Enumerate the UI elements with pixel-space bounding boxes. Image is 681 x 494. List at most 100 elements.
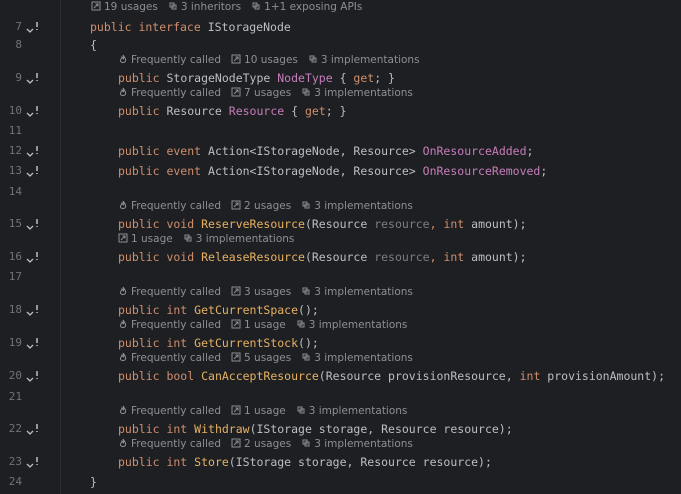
gutter-separator — [60, 0, 61, 494]
code-vision-label: 1 usage — [244, 405, 286, 417]
implemented-gutter-icon[interactable] — [26, 455, 44, 469]
code-vision-item[interactable]: 3 implementations — [183, 233, 294, 245]
usages-icon — [231, 352, 241, 362]
code-vision-item[interactable]: 10 usages — [231, 54, 298, 66]
code-vision-hint[interactable]: Frequently called 3 usages 3 implementatio… — [118, 286, 423, 299]
usages-icon — [231, 87, 241, 97]
code-vision-item[interactable]: 1 usage — [118, 233, 173, 245]
implementations-icon — [302, 439, 310, 447]
code-vision-label: Frequently called — [131, 438, 222, 450]
code-vision-hint[interactable]: 19 usages 3 inheritors 1+1 exposing APIs — [91, 1, 372, 14]
code-line[interactable]: public interface IStorageNode — [90, 20, 291, 34]
code-vision-item[interactable]: 3 usages — [231, 286, 291, 298]
code-token: (); — [298, 336, 319, 350]
code-vision-item[interactable]: 3 inheritors — [168, 1, 241, 13]
code-token: ; — [526, 144, 534, 158]
line-number: 21 — [8, 390, 22, 403]
line-number: 22 — [8, 422, 22, 435]
implemented-gutter-icon[interactable] — [26, 164, 44, 178]
line-number: 14 — [8, 185, 22, 198]
code-line[interactable]: public event Action<IStorageNode, Resour… — [118, 144, 533, 158]
code-vision-item[interactable]: 3 implementations — [301, 87, 413, 99]
implemented-gutter-icon[interactable] — [26, 336, 44, 350]
code-vision-item[interactable]: Frequently called — [118, 438, 221, 450]
implemented-gutter-icon[interactable] — [26, 250, 44, 264]
code-vision-hint[interactable]: Frequently called 5 usages 3 implementatio… — [118, 352, 423, 365]
code-vision-item[interactable]: Frequently called — [118, 54, 221, 66]
code-line[interactable]: public int GetCurrentSpace(); — [118, 303, 319, 317]
code-vision-item[interactable]: 7 usages — [231, 87, 291, 99]
code-token: ReleaseResource — [201, 250, 305, 264]
code-vision-hint[interactable]: Frequently called 1 usage 3 implementation… — [118, 319, 417, 332]
implemented-gutter-icon[interactable] — [26, 71, 44, 85]
implemented-gutter-icon[interactable] — [26, 422, 44, 436]
code-line[interactable]: { — [90, 38, 97, 52]
code-vision-hint[interactable]: Frequently called 10 usages 3 implementati… — [118, 54, 430, 67]
code-vision-item[interactable]: 3 implementations — [308, 54, 420, 66]
code-vision-item[interactable]: 5 usages — [231, 352, 291, 364]
implementations-icon — [302, 353, 310, 361]
implemented-gutter-icon[interactable] — [26, 369, 44, 383]
frequently-called-icon — [119, 286, 127, 295]
code-token: Resource — [228, 104, 285, 118]
implemented-gutter-icon[interactable] — [26, 217, 44, 231]
implemented-gutter-icon[interactable] — [26, 104, 44, 118]
code-vision-hint[interactable]: Frequently called 2 usages 3 implementatio… — [118, 438, 423, 451]
code-token: (Resource — [304, 250, 375, 264]
line-number: 7 — [15, 20, 22, 33]
code-vision-item[interactable]: 19 usages — [91, 1, 158, 13]
code-vision-item[interactable]: 3 implementations — [301, 352, 413, 364]
code-vision-item[interactable]: Frequently called — [118, 405, 221, 417]
code-vision-item[interactable]: 3 implementations — [301, 200, 413, 212]
code-vision-item[interactable]: 3 implementations — [296, 405, 407, 417]
code-line[interactable]: public Resource Resource { get; } — [118, 104, 347, 118]
code-token: StorageNodeType — [166, 71, 278, 85]
code-token: get — [353, 71, 375, 85]
code-vision-label: Frequently called — [131, 200, 222, 212]
code-token: amount); — [471, 217, 527, 231]
code-line[interactable]: public StorageNodeType NodeType { get; } — [118, 71, 395, 85]
code-token: ReserveResource — [201, 217, 305, 231]
code-token: ; } — [374, 71, 395, 85]
code-vision-hint[interactable]: Frequently called 2 usages 3 implementatio… — [118, 200, 423, 213]
line-number: 23 — [8, 455, 22, 468]
code-token: resource — [374, 250, 430, 264]
code-vision-hint[interactable]: 1 usage 3 implementations — [118, 233, 304, 246]
code-line[interactable]: } — [90, 475, 97, 489]
line-number: 20 — [8, 369, 22, 382]
code-vision-item[interactable]: Frequently called — [118, 319, 221, 331]
code-line[interactable]: public int Store(IStorage storage, Resou… — [118, 455, 492, 469]
frequently-called-icon — [119, 352, 127, 361]
code-vision-item[interactable]: Frequently called — [118, 87, 221, 99]
code-vision-item[interactable]: 2 usages — [231, 438, 291, 450]
code-line[interactable]: public void ReserveResource(Resource res… — [118, 217, 527, 231]
implemented-gutter-icon[interactable] — [26, 303, 44, 317]
code-vision-item[interactable]: 1 usage — [231, 319, 286, 331]
code-vision-hint[interactable]: Frequently called 7 usages 3 implementatio… — [118, 87, 423, 100]
code-token: amount); — [471, 250, 527, 264]
implemented-gutter-icon[interactable] — [26, 144, 44, 158]
code-token: { — [90, 38, 97, 52]
code-vision-item[interactable]: 3 implementations — [296, 319, 407, 331]
code-line[interactable]: public event Action<IStorageNode, Resour… — [118, 164, 547, 178]
line-number: 10 — [8, 104, 22, 117]
code-vision-item[interactable]: 1 usage — [231, 405, 286, 417]
implemented-gutter-icon[interactable] — [26, 20, 44, 34]
code-vision-item[interactable]: Frequently called — [118, 286, 221, 298]
code-vision-item[interactable]: 3 implementations — [301, 286, 413, 298]
code-vision-hint[interactable]: Frequently called 1 usage 3 implementation… — [118, 405, 417, 418]
code-line[interactable]: public bool CanAcceptResource(Resource p… — [118, 369, 665, 383]
code-vision-item[interactable]: Frequently called — [118, 200, 221, 212]
code-vision-item[interactable]: 3 implementations — [301, 438, 413, 450]
code-vision-item[interactable]: 2 usages — [231, 200, 291, 212]
code-token: OnResourceRemoved — [422, 164, 541, 178]
frequently-called-icon — [119, 200, 127, 209]
code-line[interactable]: public int GetCurrentStock(); — [118, 336, 319, 350]
line-number: 12 — [8, 144, 22, 157]
code-vision-label: 3 implementations — [314, 286, 413, 298]
code-vision-item[interactable]: 1+1 exposing APIs — [251, 1, 362, 13]
code-vision-item[interactable]: Frequently called — [118, 352, 221, 364]
code-line[interactable]: public void ReleaseResource(Resource res… — [118, 250, 527, 264]
line-number: 19 — [8, 336, 22, 349]
code-line[interactable]: public int Withdraw(IStorage storage, Re… — [118, 422, 513, 436]
